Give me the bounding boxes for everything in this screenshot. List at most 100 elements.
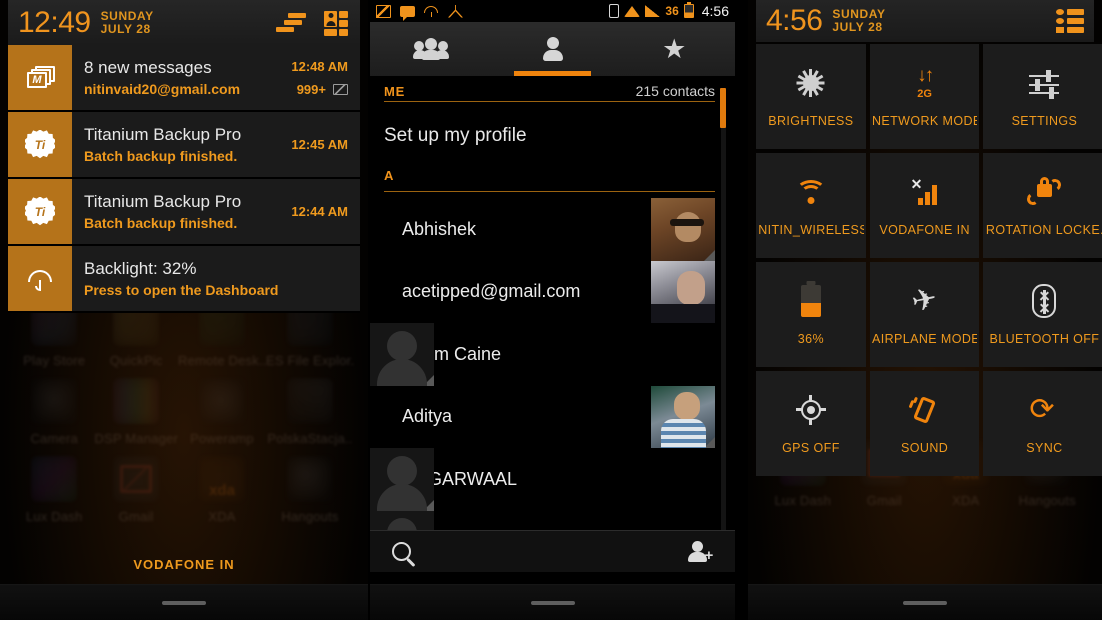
avatar-corner-fold [423, 374, 434, 386]
adb-icon [448, 4, 463, 18]
clear-all-icon[interactable] [276, 12, 306, 33]
rotation-lock-icon [1026, 176, 1063, 206]
qs-tile-brightness[interactable]: BRIGHTNESS [756, 44, 866, 149]
mail-icon [376, 4, 391, 18]
qs-tile-rotation-locke[interactable]: ROTATION LOCKE.. [983, 153, 1102, 258]
contact-list-item[interactable]: AGGARWAAL [370, 448, 735, 511]
gps-icon [795, 394, 826, 425]
qs-tile-nitin-wireless[interactable]: NITIN_WIRELESS [756, 153, 866, 258]
qs-cell [339, 19, 348, 27]
contact-list-item[interactable]: Adam Caine [370, 323, 735, 386]
battery-icon [683, 2, 694, 18]
qs-cell [324, 28, 337, 36]
notification-body: Backlight: 32% Press to open the Dashboar… [72, 246, 360, 311]
notification-item[interactable]: 8 new messages nitinvaid20@gmail.com 12:48… [8, 45, 360, 112]
notification-meta: 12:44 AM [283, 204, 348, 219]
contacts-app-panel: 36 4:56 ★ ME 215 contacts Set up my prof… [370, 0, 735, 620]
qs-tile-icon: ⟳ [1029, 393, 1059, 427]
qs-tile-bluetooth-off[interactable]: BLUETOOTH OFF [983, 262, 1102, 367]
notification-icon [8, 45, 72, 110]
nav-handle[interactable] [903, 600, 947, 605]
notification-meta: 12:48 AM 999+ [283, 59, 348, 97]
notification-time: 12:45 AM [291, 137, 348, 152]
airplane-icon: ✈ [908, 281, 941, 319]
contact-name: acetipped@gmail.com [402, 281, 581, 302]
qs-tile-label: SOUND [901, 440, 949, 455]
notification-texts: Titanium Backup Pro Batch backup finished… [84, 124, 283, 165]
qs-tile-vodafone-in[interactable]: ✕ VODAFONE IN [869, 153, 980, 258]
navigation-bar [0, 584, 368, 620]
scrollbar-thumb[interactable] [720, 88, 726, 128]
avatar-corner-fold [704, 312, 715, 323]
notification-title: Titanium Backup Pro [84, 124, 242, 144]
qs-tile-label: NITIN_WIRELESS [758, 222, 864, 237]
scrollbar-track[interactable] [721, 96, 726, 564]
contact-list-item[interactable]: Aditya [370, 385, 735, 448]
qs-tile-icon: ✕ [909, 175, 941, 209]
notification-item[interactable]: Backlight: 32% Press to open the Dashboar… [8, 246, 360, 313]
vibrate-icon [609, 4, 620, 18]
contact-list-item[interactable]: acetipped@gmail.com [370, 260, 735, 323]
sync-icon: ⟳ [1029, 392, 1055, 426]
screenshot-stage: Play StoreQuickPicRemote Desk..ES File E… [0, 0, 1102, 620]
contact-list: Abhishek acetipped@gmail.com Adam Caine Adi… [370, 198, 735, 572]
brightness-sun-icon [796, 68, 825, 97]
contact-list-item[interactable]: Abhishek [370, 198, 735, 261]
qs-tile-icon [1029, 66, 1060, 100]
qs-tile-gps-off[interactable]: GPS OFF [756, 371, 866, 476]
wifi-icon [795, 179, 827, 204]
contact-avatar [370, 448, 434, 511]
tab-favorites[interactable]: ★ [613, 22, 735, 76]
group-people-icon [412, 38, 449, 60]
search-icon[interactable] [392, 542, 411, 561]
nav-handle[interactable] [530, 600, 575, 605]
notification-time: 12:48 AM [291, 58, 348, 74]
qs-tile-sound[interactable]: SOUND [869, 371, 980, 476]
shade-clock: 12:49 [18, 5, 91, 39]
qs-tile-label: SETTINGS [1011, 113, 1078, 128]
navigation-bar [748, 584, 1102, 620]
qs-tile-icon: ✈ [908, 281, 941, 319]
qs-tile-label: NETWORK MODE [871, 113, 978, 128]
tab-groups[interactable] [370, 22, 492, 76]
status-bar-clock: 4:56 [701, 3, 729, 19]
qs-tile-label: SYNC [1026, 440, 1063, 455]
network-mode-icon: ↓↑ 2G [917, 64, 934, 100]
notification-count: 999+ [291, 82, 348, 97]
qs-tile-label: BRIGHTNESS [768, 113, 854, 128]
qs-tile-icon [1032, 283, 1057, 318]
umbrella-icon [27, 266, 53, 292]
notification-title: 8 new messages [84, 57, 212, 77]
notification-title: Titanium Backup Pro [84, 191, 242, 211]
qs-tile-icon: ↓↑ 2G [911, 66, 939, 100]
qs-tile-airplane-mode[interactable]: ✈ AIRPLANE MODE [869, 262, 980, 367]
qs-tile-36[interactable]: 36% [756, 262, 866, 367]
qs-tile-sync[interactable]: ⟳ SYNC [983, 371, 1102, 476]
qs-person-glyph [324, 10, 337, 27]
notification-subtitle: Batch backup finished. [84, 215, 238, 232]
status-bar-left-icons [376, 4, 463, 21]
qs-cell [339, 28, 348, 36]
set-up-profile-row[interactable]: Set up my profile [384, 112, 715, 160]
signal-icon [645, 5, 661, 17]
qs-tile-network-mode[interactable]: ↓↑ 2G NETWORK MODE [869, 44, 980, 149]
qs-tile-settings[interactable]: SETTINGS [983, 44, 1102, 149]
contact-avatar [651, 198, 715, 261]
qs-tile-icon [795, 393, 826, 427]
gmail-icon [25, 65, 55, 90]
status-bar: 36 4:56 [370, 0, 735, 22]
settings-sliders-icon [1029, 69, 1060, 99]
tab-contacts[interactable] [492, 22, 614, 76]
quick-settings-grid-icon[interactable] [324, 10, 350, 36]
qs-tile-label: GPS OFF [782, 440, 840, 455]
notification-item[interactable]: Ti Titanium Backup Pro Batch backup finish… [8, 112, 360, 179]
notification-body: Titanium Backup Pro Batch backup finished… [72, 112, 360, 177]
nav-handle[interactable] [162, 600, 206, 605]
qs-clock: 4:56 [766, 4, 823, 37]
add-contact-icon[interactable]: + [687, 540, 713, 563]
notification-item[interactable]: Ti Titanium Backup Pro Batch backup finish… [8, 179, 360, 246]
qs-cell [339, 10, 348, 18]
titanium-backup-icon: Ti [25, 129, 55, 160]
list-view-icon[interactable] [1056, 9, 1084, 33]
battery-icon [800, 280, 821, 317]
